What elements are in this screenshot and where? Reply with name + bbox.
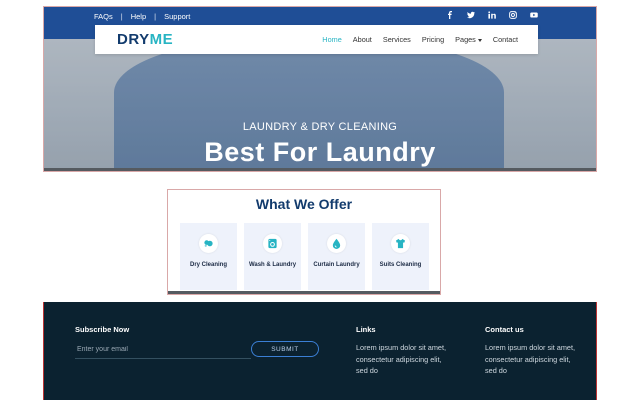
links-heading: Links: [356, 325, 376, 334]
service-card-suits-cleaning[interactable]: Suits Cleaning: [372, 223, 429, 290]
nav-item-home[interactable]: Home: [322, 35, 341, 44]
washing-machine-icon: [263, 234, 282, 253]
social-links: [446, 11, 538, 19]
separator: |: [120, 12, 123, 21]
section-title: What We Offer: [255, 196, 353, 212]
shirt-icon: [391, 234, 410, 253]
twitter-icon[interactable]: [467, 11, 475, 19]
email-input[interactable]: [75, 341, 251, 359]
divider: [168, 291, 440, 294]
facebook-icon[interactable]: [446, 11, 454, 19]
subscribe-heading: Subscribe Now: [75, 325, 130, 334]
logo-text: DRY: [117, 31, 150, 48]
linkedin-icon[interactable]: [488, 11, 496, 19]
nav-menu: Home About Services Pricing Pages Contac…: [322, 35, 518, 44]
contact-heading: Contact us: [485, 325, 524, 334]
nav-item-contact[interactable]: Contact: [493, 35, 518, 44]
service-label: Wash & Laundry: [248, 262, 297, 268]
nav-item-pages-label: Pages: [455, 35, 476, 44]
hero-section: FAQs | Help | Support LAUNDRY & DRY CLEA…: [43, 6, 597, 172]
main-navbar: DRYME Home About Services Pricing Pages …: [95, 25, 538, 54]
nav-item-pages[interactable]: Pages: [455, 35, 482, 44]
service-card-curtain-laundry[interactable]: Curtain Laundry: [308, 223, 365, 290]
top-links: FAQs | Help | Support: [94, 12, 190, 21]
instagram-icon[interactable]: [509, 11, 517, 19]
divider: [44, 168, 596, 171]
service-cards: Dry Cleaning Wash & Laundry Curtain Laun…: [180, 223, 429, 290]
separator: |: [154, 12, 157, 21]
hero-banner: LAUNDRY & DRY CLEANING Best For Laundry: [44, 39, 596, 171]
nav-item-about[interactable]: About: [353, 35, 372, 44]
submit-button[interactable]: SUBMIT: [251, 341, 319, 357]
hero-subtitle: LAUNDRY & DRY CLEANING: [242, 121, 398, 133]
faqs-link[interactable]: FAQs: [94, 12, 113, 21]
chevron-down-icon: [477, 38, 482, 42]
hero-title: Best For Laundry: [204, 137, 436, 167]
service-card-wash-laundry[interactable]: Wash & Laundry: [244, 223, 301, 290]
logo[interactable]: DRYME: [117, 31, 173, 48]
support-link[interactable]: Support: [164, 12, 190, 21]
contact-text: Lorem ipsum dolor sit amet, consectetur …: [485, 343, 576, 375]
service-label: Curtain Laundry: [313, 262, 360, 268]
logo-accent-text: ME: [149, 31, 174, 48]
youtube-icon[interactable]: [530, 11, 538, 19]
offer-section: What We Offer Dry Cleaning Wash & Laundr…: [167, 189, 441, 295]
service-card-dry-cleaning[interactable]: Dry Cleaning: [180, 223, 237, 290]
water-drop-icon: [327, 234, 346, 253]
service-label: Dry Cleaning: [189, 262, 227, 268]
service-label: Suits Cleaning: [379, 262, 422, 268]
help-link[interactable]: Help: [131, 12, 146, 21]
links-text: Lorem ipsum dolor sit amet, consectetur …: [356, 343, 447, 375]
dry-cleaning-icon: [199, 234, 218, 253]
nav-item-pricing[interactable]: Pricing: [422, 35, 444, 44]
footer: Subscribe Now SUBMIT Links Lorem ipsum d…: [43, 302, 597, 400]
nav-item-services[interactable]: Services: [383, 35, 411, 44]
